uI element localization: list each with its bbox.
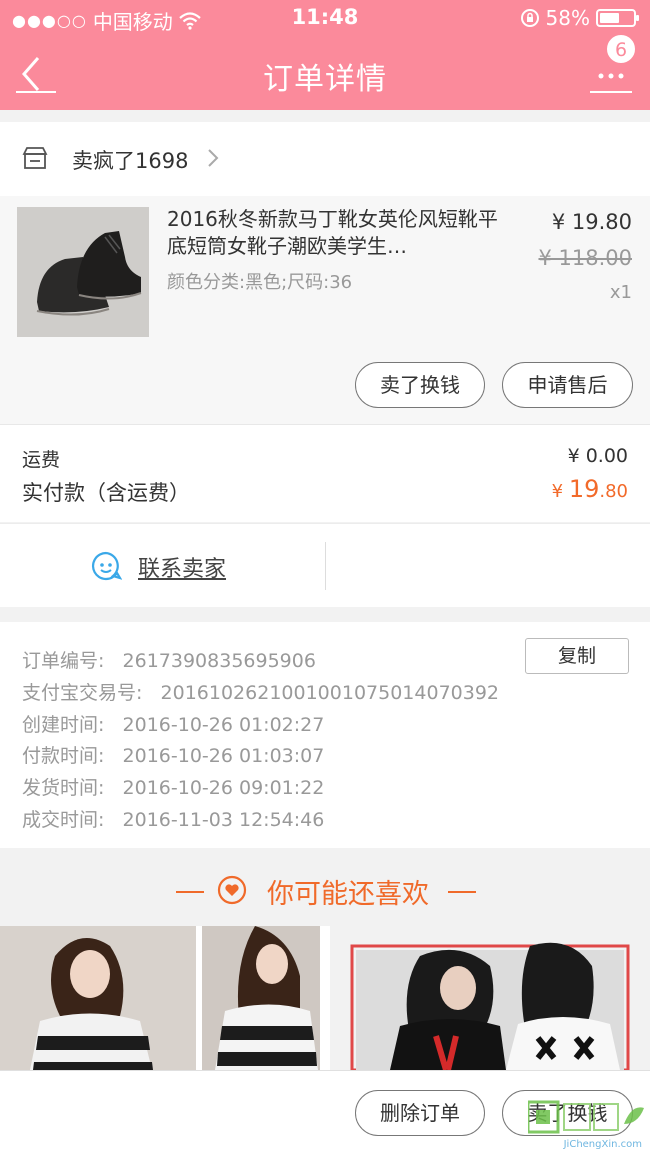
- status-bar: ●●●○○ 中国移动 11:48 58%: [0, 0, 650, 36]
- recommend-title: 你可能还喜欢: [0, 872, 650, 911]
- created-time-row: 创建时间: 2016-10-26 01:02:27: [22, 710, 324, 737]
- info-label: 付款时间:: [22, 745, 105, 767]
- page-title: 订单详情: [263, 62, 387, 97]
- product-sku: 颜色分类:黑色;尺码:36: [167, 272, 353, 293]
- recommend-item-image[interactable]: [0, 926, 320, 1070]
- shipping-label: 运费: [22, 449, 61, 471]
- product-thumbnail[interactable]: [17, 207, 149, 337]
- product-quantity: x1: [609, 282, 632, 303]
- order-number-row: 订单编号: 2617390835695906: [22, 646, 316, 673]
- shop-row[interactable]: 卖疯了1698: [0, 122, 650, 196]
- info-label: 创建时间:: [22, 714, 105, 736]
- alipay-trade-row: 支付宝交易号: 2016102621001001075014070392: [22, 678, 499, 705]
- shop-icon: [22, 147, 48, 169]
- info-label: 发货时间:: [22, 777, 105, 799]
- paid-time-row: 付款时间: 2016-10-26 01:03:07: [22, 741, 324, 768]
- chat-icon[interactable]: [90, 550, 122, 582]
- nav-bar: 订单详情 6: [0, 34, 650, 110]
- bottom-action-bar: 删除订单 卖了换钱 JiChengXin.com: [0, 1070, 650, 1156]
- rotation-lock-icon: [520, 9, 539, 27]
- product-price: ¥ 19.80: [551, 210, 632, 234]
- product-photo: [0, 926, 320, 1070]
- recommend-title-text: 你可能还喜欢: [267, 879, 429, 910]
- completed-time: 2016-11-03 12:54:46: [122, 809, 325, 831]
- alipay-trade-number: 2016102621001001075014070392: [160, 682, 500, 704]
- divider: [325, 542, 326, 590]
- product-photo: [330, 926, 650, 1070]
- battery-percent: 58%: [545, 6, 590, 30]
- order-info: 复制 订单编号: 2617390835695906 支付宝交易号: 201610…: [0, 622, 650, 848]
- chevron-right-icon: [208, 149, 219, 167]
- recommend-header: 你可能还喜欢: [0, 848, 650, 926]
- paid-decimal: .80: [599, 481, 628, 502]
- shipped-time: 2016-10-26 09:01:22: [122, 777, 325, 799]
- completed-time-row: 成交时间: 2016-11-03 12:54:46: [22, 805, 324, 832]
- info-label: 订单编号:: [22, 650, 105, 672]
- paid-label: 实付款（含运费）: [22, 481, 190, 505]
- recommend-grid: [0, 926, 650, 1070]
- contact-seller-link[interactable]: 联系卖家: [138, 551, 226, 583]
- order-number: 2617390835695906: [122, 650, 316, 672]
- created-time: 2016-10-26 01:02:27: [122, 714, 325, 736]
- boot-image: [17, 207, 149, 337]
- message-count-badge: 6: [606, 34, 636, 64]
- battery-fill: [600, 13, 619, 23]
- after-sale-button[interactable]: 申请售后: [502, 362, 633, 408]
- shipping-value: ¥ 0.00: [567, 445, 628, 467]
- shipped-time-row: 发货时间: 2016-10-26 09:01:22: [22, 773, 324, 800]
- paid-time: 2016-10-26 01:03:07: [122, 745, 325, 767]
- info-label: 成交时间:: [22, 809, 105, 831]
- recommend-item-image[interactable]: [330, 926, 650, 1070]
- paid-currency: ¥: [551, 481, 569, 502]
- battery-icon: [596, 9, 639, 27]
- battery-status: 58%: [520, 6, 639, 30]
- delete-order-button[interactable]: 删除订单: [355, 1090, 485, 1136]
- info-label: 支付宝交易号:: [22, 682, 143, 704]
- copy-button[interactable]: 复制: [525, 638, 629, 674]
- sell-button[interactable]: 卖了换钱: [355, 362, 485, 408]
- paid-integer: 19: [568, 475, 600, 503]
- product-item[interactable]: 2016秋冬新款马丁靴女英伦风短靴平底短筒女靴子潮欧美学生… 颜色分类:黑色;尺…: [0, 196, 650, 424]
- product-original-price: ¥ 118.00: [538, 246, 632, 270]
- contact-row: 联系卖家: [0, 523, 650, 607]
- paid-amount: ¥ 19.80: [552, 475, 628, 503]
- fee-summary: 运费 ¥ 0.00 实付款（含运费） ¥ 19.80: [0, 424, 650, 522]
- watermark-text: JiChengXin.com: [563, 1139, 642, 1150]
- shop-name: 卖疯了1698: [72, 149, 189, 173]
- product-title: 2016秋冬新款马丁靴女英伦风短靴平底短筒女靴子潮欧美学生…: [167, 207, 498, 258]
- top-bar: ●●●○○ 中国移动 11:48 58% 订单详情 6: [0, 0, 650, 110]
